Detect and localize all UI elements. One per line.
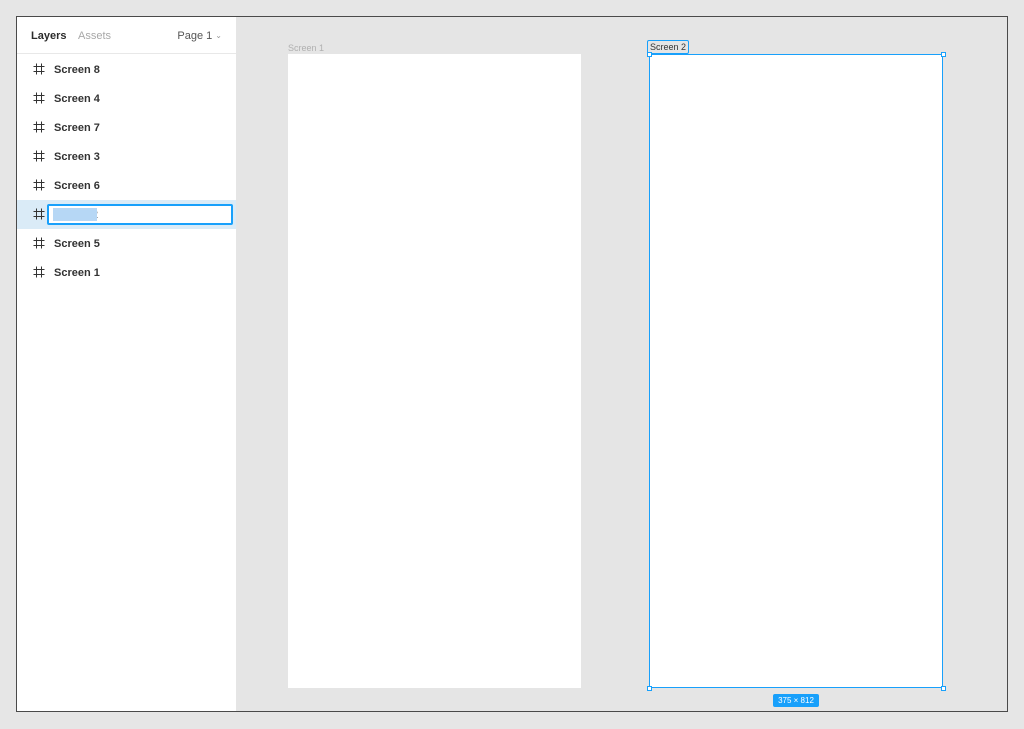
tab-assets[interactable]: Assets (78, 30, 111, 42)
layer-item-screen-5[interactable]: Screen 5 (17, 229, 236, 258)
frame-icon (33, 237, 45, 249)
frame-icon (33, 92, 45, 104)
frame-label-screen-2[interactable]: Screen 2 (647, 40, 690, 54)
resize-handle-top-left[interactable] (647, 52, 652, 57)
layer-name: Screen 8 (54, 64, 100, 76)
layer-list: Screen 8 Screen 4 Screen 7 Screen 3 Scre… (17, 55, 236, 287)
layers-panel: Layers Assets Page 1 ⌄ Screen 8 Screen 4… (17, 17, 236, 711)
frame-screen-1[interactable] (288, 54, 581, 688)
layer-name: Screen 3 (54, 151, 100, 163)
page-selector-label: Page 1 (177, 30, 213, 42)
layer-name: Screen 1 (54, 267, 100, 279)
frame-icon (33, 121, 45, 133)
resize-handle-bottom-right[interactable] (941, 686, 946, 691)
layer-name: Screen 7 (54, 122, 100, 134)
layer-rename-input[interactable] (47, 204, 233, 225)
page-selector[interactable]: Page 1 ⌄ (177, 30, 222, 42)
layer-name: Screen 5 (54, 238, 100, 250)
frame-icon (33, 150, 45, 162)
layer-item-screen-3[interactable]: Screen 3 (17, 142, 236, 171)
app-window: Layers Assets Page 1 ⌄ Screen 8 Screen 4… (16, 16, 1008, 712)
tab-layers[interactable]: Layers (31, 30, 66, 42)
layer-item-screen-6[interactable]: Screen 6 (17, 171, 236, 200)
frame-screen-2[interactable] (649, 54, 943, 688)
frame-icon (33, 208, 45, 220)
chevron-down-icon: ⌄ (215, 31, 222, 40)
layer-item-screen-7[interactable]: Screen 7 (17, 113, 236, 142)
layer-name: Screen 4 (54, 93, 100, 105)
canvas[interactable]: Screen 1 Screen 2 375 × 812 (236, 17, 1007, 711)
frame-icon (33, 179, 45, 191)
resize-handle-top-right[interactable] (941, 52, 946, 57)
layer-name: Screen 6 (54, 180, 100, 192)
size-badge: 375 × 812 (773, 694, 819, 707)
frame-label-screen-1[interactable]: Screen 1 (288, 43, 324, 53)
layer-item-screen-4[interactable]: Screen 4 (17, 84, 236, 113)
frame-icon (33, 266, 45, 278)
frame-icon (33, 63, 45, 75)
resize-handle-bottom-left[interactable] (647, 686, 652, 691)
panel-header: Layers Assets Page 1 ⌄ (17, 17, 236, 54)
layer-item-screen-8[interactable]: Screen 8 (17, 55, 236, 84)
layer-item-screen-1[interactable]: Screen 1 (17, 258, 236, 287)
layer-item-screen-2[interactable] (17, 200, 236, 229)
